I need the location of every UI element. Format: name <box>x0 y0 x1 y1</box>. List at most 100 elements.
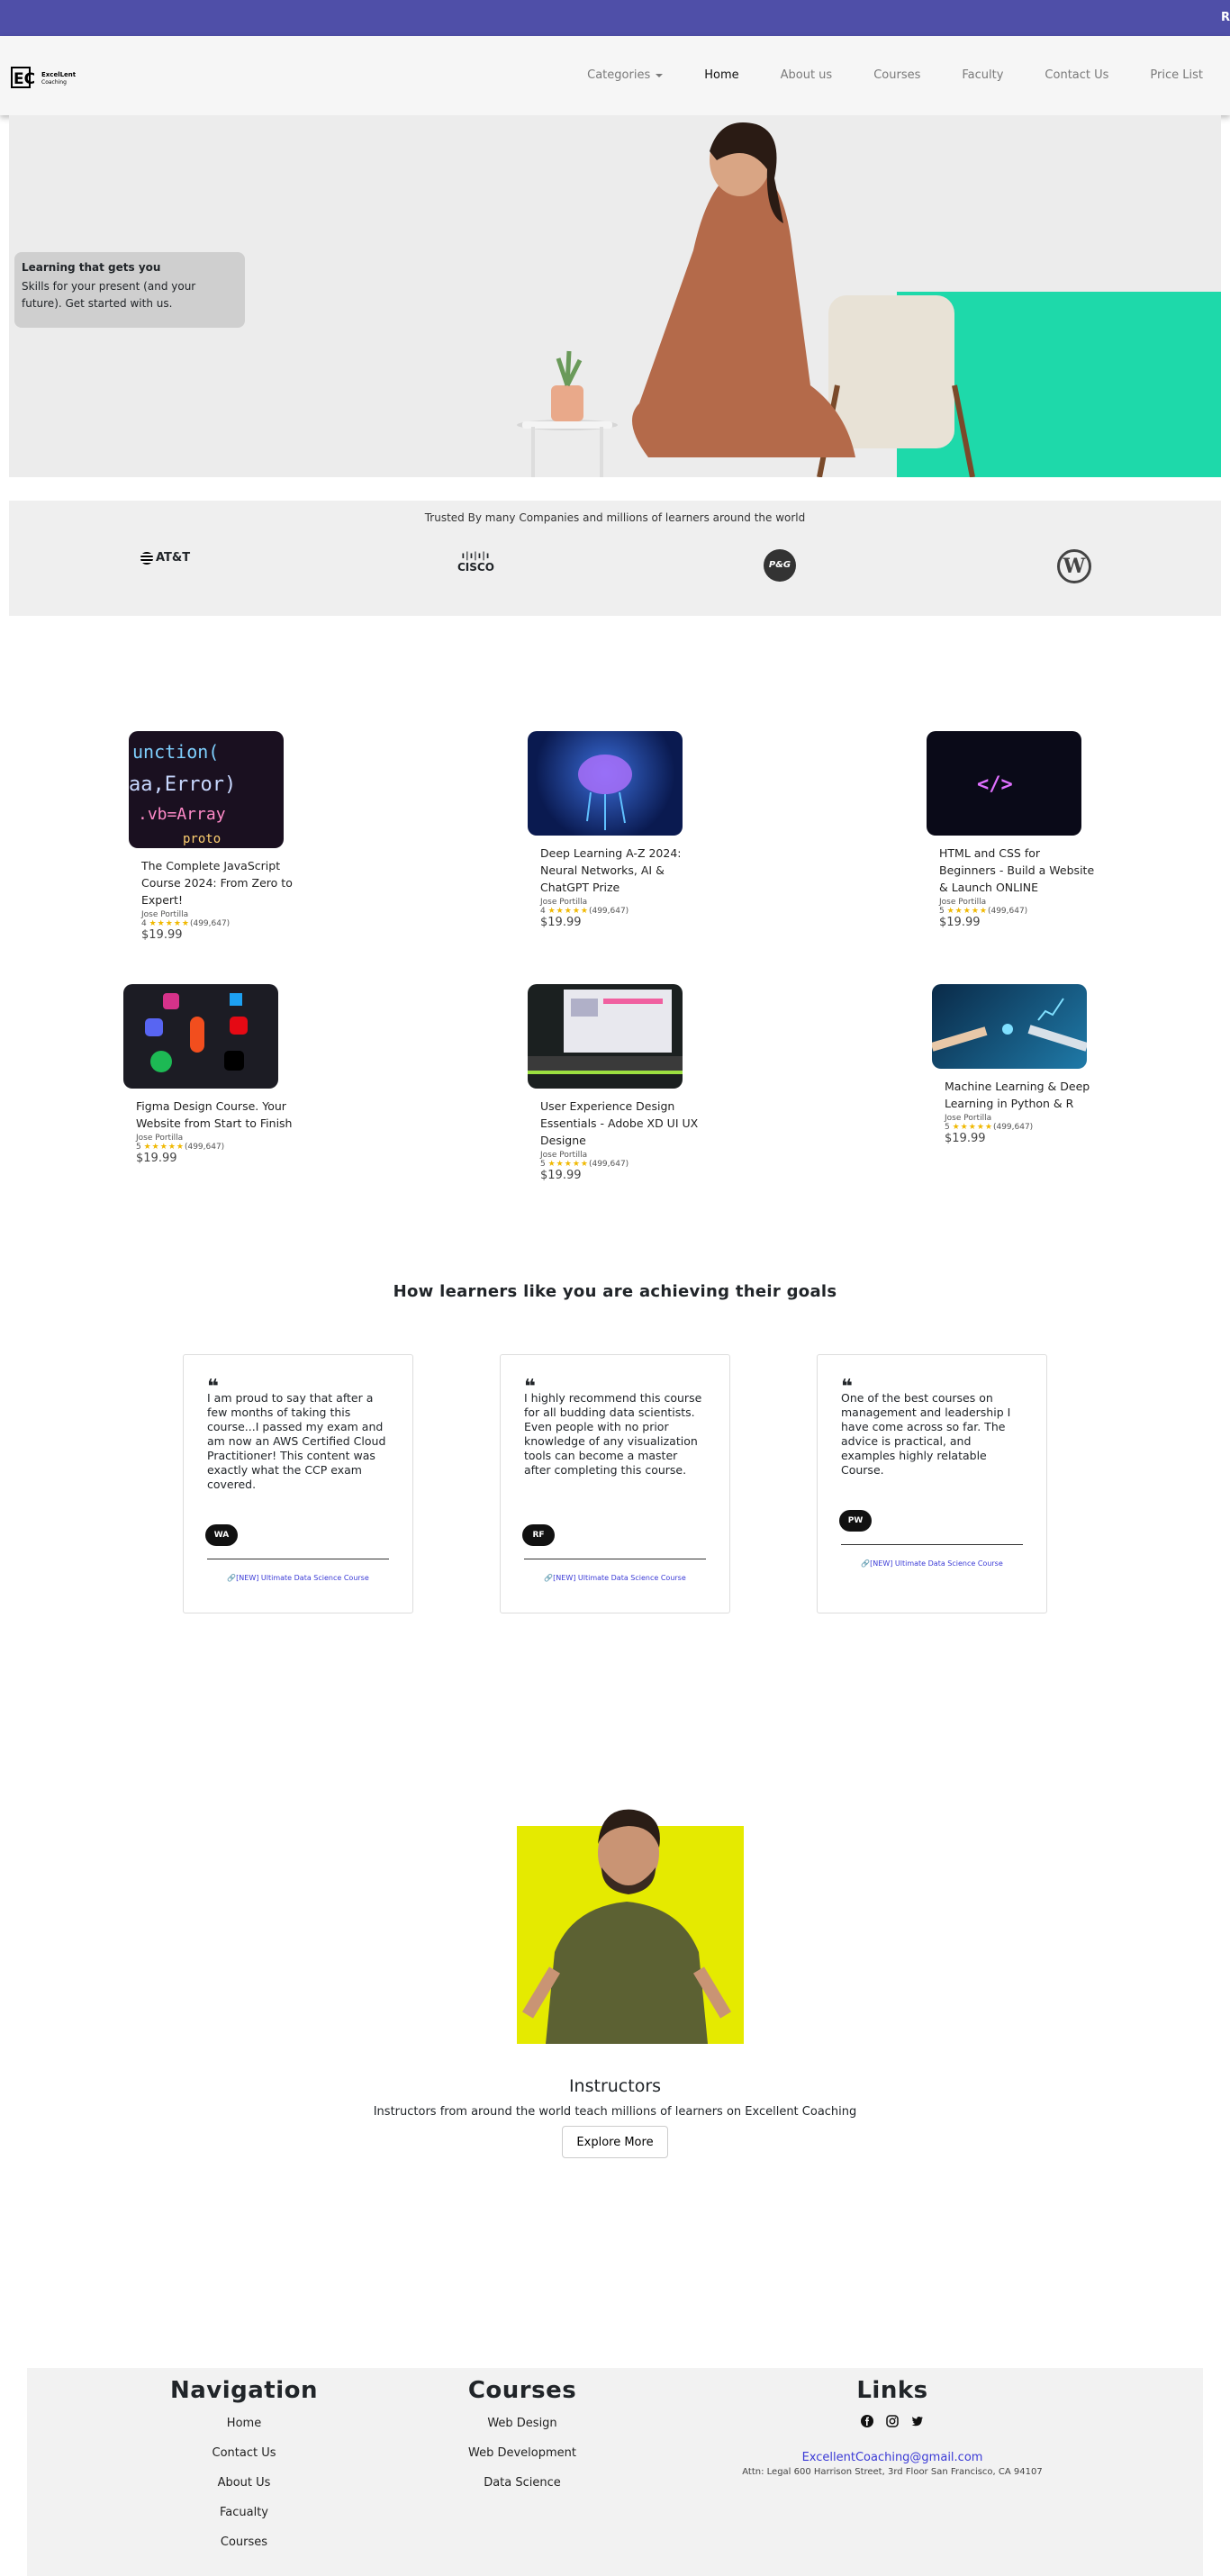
instructor-image <box>517 1809 744 2044</box>
wordpress-logo: W <box>1057 549 1091 583</box>
svg-text:</>: </> <box>977 773 1013 796</box>
quote-icon: ❝ <box>841 1376 853 1398</box>
facebook-icon[interactable] <box>861 2415 873 2427</box>
testimonial-course-link[interactable]: 🔗[NEW] Ultimate Data Science Course <box>184 1571 412 1586</box>
instructors-title: Instructors <box>568 2076 662 2096</box>
avatar: PW <box>839 1510 872 1532</box>
course-card[interactable]: User Experience Design Essentials - Adob… <box>528 984 699 1182</box>
svg-text:.vb=Array: .vb=Array <box>138 805 226 824</box>
rating-value: 5 <box>540 1160 546 1169</box>
trusted-caption: Trusted By many Companies and millions o… <box>424 511 806 524</box>
course-instructor: Jose Portilla <box>945 1114 992 1123</box>
review-count: (499,647) <box>588 907 629 916</box>
course-title[interactable]: Deep Learning A-Z 2024: Neural Networks,… <box>528 845 699 896</box>
nav-about[interactable]: About us <box>781 68 833 82</box>
footer-link-faculty[interactable]: Facualty <box>154 2506 334 2535</box>
testimonial-course-link[interactable]: 🔗[NEW] Ultimate Data Science Course <box>818 1557 1046 1571</box>
course-title[interactable]: Machine Learning & Deep Learning in Pyth… <box>932 1078 1103 1112</box>
rating-value: 5 <box>945 1123 950 1132</box>
star-icons: ★★★★★ <box>547 1160 589 1169</box>
course-title[interactable]: The Complete JavaScript Course 2024: Fro… <box>129 857 300 908</box>
course-price: $19.99 <box>540 916 582 929</box>
course-card[interactable]: Figma Design Course. Your Website from S… <box>123 984 294 1165</box>
link-icon: 🔗 <box>544 1574 554 1582</box>
rating-value: 4 <box>141 919 147 928</box>
course-rating: 4 ★★★★★(499,647) <box>129 919 300 928</box>
testimonial-card: ❝ I highly recommend this course for all… <box>500 1354 730 1613</box>
testimonial-course-label: [NEW] Ultimate Data Science Course <box>553 1574 686 1582</box>
course-thumbnail <box>123 984 278 1089</box>
course-rating: 4 ★★★★★(499,647) <box>528 907 699 916</box>
review-count: (499,647) <box>588 1160 629 1169</box>
footer-email-link[interactable]: ExcellentCoaching@gmail.com <box>712 2451 1072 2467</box>
avatar: WA <box>205 1524 238 1546</box>
site-logo[interactable]: EC ExcelLent Coaching <box>11 65 76 90</box>
footer-link-web-development[interactable]: Web Development <box>432 2446 612 2476</box>
main-nav: Categories Home About us Courses Faculty… <box>546 68 1203 82</box>
course-rating: 5 ★★★★★(499,647) <box>123 1143 294 1152</box>
svg-text:unction(: unction( <box>132 741 219 763</box>
review-count: (499,647) <box>987 907 1028 916</box>
nav-home[interactable]: Home <box>704 68 738 82</box>
svg-text:EC: EC <box>14 70 35 88</box>
course-thumbnail: </> <box>927 731 1081 836</box>
course-card[interactable]: Deep Learning A-Z 2024: Neural Networks,… <box>528 731 699 929</box>
nav-categories-label: Categories <box>587 68 651 82</box>
trusted-section: Trusted By many Companies and millions o… <box>9 501 1221 616</box>
course-title[interactable]: Figma Design Course. Your Website from S… <box>123 1098 294 1132</box>
review-count: (499,647) <box>184 1143 225 1152</box>
course-card[interactable]: unction(aa,Error) .vb=Array proto The Comp… <box>129 731 300 942</box>
footer-spacer <box>712 2427 1072 2451</box>
link-icon: 🔗 <box>861 1559 871 1568</box>
rating-value: 5 <box>136 1143 141 1152</box>
course-thumbnail <box>932 984 1087 1069</box>
star-icons: ★★★★★ <box>149 919 190 928</box>
chevron-down-icon <box>656 73 664 77</box>
cisco-logo-text: CISCO <box>457 561 494 574</box>
footer-links-title: Links <box>856 2377 928 2404</box>
rating-value: 5 <box>939 907 945 916</box>
footer-link-courses[interactable]: Courses <box>154 2535 334 2565</box>
footer-nav-title: Navigation <box>169 2377 319 2404</box>
footer-link-about[interactable]: About Us <box>154 2476 334 2506</box>
link-icon: 🔗 <box>227 1574 237 1582</box>
footer-address: Attn: Legal 600 Harrison Street, 3rd Flo… <box>742 2467 1043 2477</box>
footer-links: Links ExcellentCoaching@gmail.com Attn: … <box>712 2377 1072 2477</box>
twitter-icon[interactable] <box>911 2415 924 2427</box>
review-count: (499,647) <box>189 919 231 928</box>
nav-faculty[interactable]: Faculty <box>962 68 1003 82</box>
footer-link-web-design[interactable]: Web Design <box>432 2417 612 2446</box>
review-count: (499,647) <box>992 1123 1034 1132</box>
nav-courses[interactable]: Courses <box>873 68 920 82</box>
svg-text:ExcelLent: ExcelLent <box>41 71 76 78</box>
course-price: $19.99 <box>136 1152 177 1165</box>
course-card[interactable]: </> HTML and CSS for Beginners - Build a… <box>927 731 1098 929</box>
nav-price-list[interactable]: Price List <box>1150 68 1203 82</box>
course-card[interactable]: Machine Learning & Deep Learning in Pyth… <box>932 984 1103 1145</box>
testimonial-course-label: [NEW] Ultimate Data Science Course <box>870 1559 1003 1568</box>
course-title[interactable]: User Experience Design Essentials - Adob… <box>528 1098 699 1149</box>
explore-more-button[interactable]: Explore More <box>562 2126 668 2158</box>
course-title[interactable]: HTML and CSS for Beginners - Build a Web… <box>927 845 1098 896</box>
footer-link-contact[interactable]: Contact Us <box>154 2446 334 2476</box>
testimonial-text: I am proud to say that after a few month… <box>207 1391 386 1491</box>
nav-contact[interactable]: Contact Us <box>1045 68 1108 82</box>
hero-text: Skills for your present (and your future… <box>22 280 196 310</box>
instagram-icon[interactable] <box>886 2415 899 2427</box>
testimonial-card: ❝ I am proud to say that after a few mon… <box>183 1354 413 1613</box>
nav-categories[interactable]: Categories <box>587 68 664 82</box>
quote-icon: ❝ <box>524 1376 536 1398</box>
hero-woman-image <box>517 122 975 477</box>
svg-text:aa,Error): aa,Error) <box>129 773 236 796</box>
testimonial-course-link[interactable]: 🔗[NEW] Ultimate Data Science Course <box>501 1571 729 1586</box>
testimonial-course-label: [NEW] Ultimate Data Science Course <box>236 1574 369 1582</box>
laptop-ux-image <box>528 990 683 1074</box>
course-instructor: Jose Portilla <box>540 898 588 907</box>
course-price: $19.99 <box>540 1169 582 1182</box>
footer-link-home[interactable]: Home <box>154 2417 334 2446</box>
footer-link-data-science[interactable]: Data Science <box>432 2476 612 2506</box>
course-price: $19.99 <box>141 928 183 942</box>
social-icons <box>712 2415 1072 2427</box>
hero-card: Learning that gets you Skills for your p… <box>14 252 245 328</box>
quote-icon: ❝ <box>207 1376 219 1398</box>
